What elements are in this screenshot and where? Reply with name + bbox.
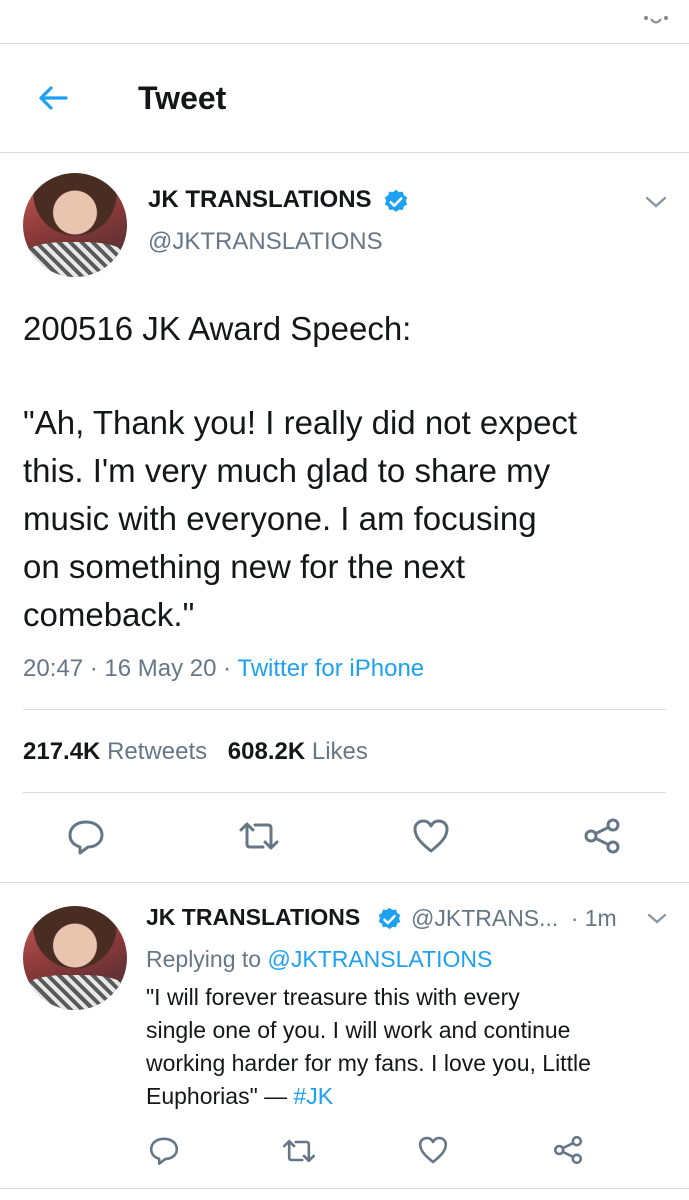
chevron-down-icon[interactable] — [644, 194, 668, 210]
reply-icon[interactable] — [66, 816, 106, 856]
likes-stat[interactable]: 608.2K Likes — [228, 738, 368, 765]
likes-label: Likes — [311, 738, 368, 765]
retweet-icon[interactable] — [237, 818, 281, 854]
back-arrow-icon[interactable] — [36, 82, 72, 114]
chevron-down-icon[interactable] — [646, 911, 668, 927]
avatar[interactable] — [23, 173, 127, 277]
reply-icon[interactable] — [148, 1134, 180, 1166]
tweet-text-line: on something new for the next — [23, 548, 466, 585]
retweets-label: Retweets — [107, 738, 208, 765]
header-divider — [0, 152, 689, 153]
tweet-source-link[interactable]: Twitter for iPhone — [237, 655, 424, 682]
verified-badge-icon — [382, 188, 410, 216]
like-icon[interactable] — [417, 1134, 449, 1166]
reply-text-last: Euphorias" — #JK — [146, 1083, 334, 1109]
stats-divider — [23, 792, 666, 793]
reply-divider — [0, 1188, 689, 1189]
tweet-meta: 20:47 · 16 May 20 · Twitter for iPhone — [23, 655, 425, 682]
reply-text-line: single one of you. I will work and conti… — [146, 1017, 571, 1043]
hashtag-link[interactable]: #JK — [294, 1083, 334, 1109]
likes-count: 608.2K — [227, 738, 306, 765]
replying-to-link[interactable]: @JKTRANSLATIONS — [267, 946, 492, 972]
replying-to: Replying to @JKTRANSLATIONS — [146, 946, 493, 972]
reply-author-name[interactable]: JK TRANSLATIONS — [146, 904, 360, 930]
tweet-stats: 217.4K Retweets 608.2K Likes — [23, 738, 368, 766]
tweet-date: 16 May 20 — [104, 655, 217, 682]
verified-badge-icon — [376, 906, 403, 933]
like-icon[interactable] — [411, 816, 451, 856]
status-divider — [0, 43, 689, 44]
tweet-text-line: "Ah, Thank you! I really did not expect — [23, 404, 578, 441]
avatar[interactable] — [23, 906, 127, 1010]
page-title: Tweet — [138, 80, 227, 116]
author-name[interactable]: JK TRANSLATIONS — [148, 186, 372, 214]
reply-header: JK TRANSLATIONS — [146, 904, 360, 931]
reply-meta: @JKTRANS... · 1m — [411, 905, 617, 931]
tweet-text-line: comeback." — [23, 596, 195, 633]
tweet-time: 20:47 — [23, 655, 84, 682]
reply-text-line: "I will forever treasure this with every — [146, 984, 520, 1010]
retweet-icon[interactable] — [281, 1136, 317, 1166]
author-handle[interactable]: @JKTRANSLATIONS — [148, 228, 383, 256]
share-icon[interactable] — [582, 816, 622, 856]
reply-text-line: working harder for my fans. I love you, … — [146, 1050, 591, 1076]
reply-time: 1m — [584, 905, 617, 931]
tweet-text-line: this. I'm very much glad to share my — [23, 452, 551, 489]
retweets-count: 217.4K — [23, 738, 101, 765]
meta-divider — [23, 709, 666, 710]
tweet-text-line: music with everyone. I am focusing — [23, 500, 537, 537]
tweet-text-title: 200516 JK Award Speech: — [23, 310, 412, 347]
retweets-stat[interactable]: 217.4K Retweets — [23, 738, 214, 765]
share-icon[interactable] — [552, 1134, 584, 1166]
reply-author-handle[interactable]: @JKTRANS... — [411, 905, 558, 931]
tweet-divider — [0, 882, 689, 883]
status-icon — [642, 12, 670, 28]
